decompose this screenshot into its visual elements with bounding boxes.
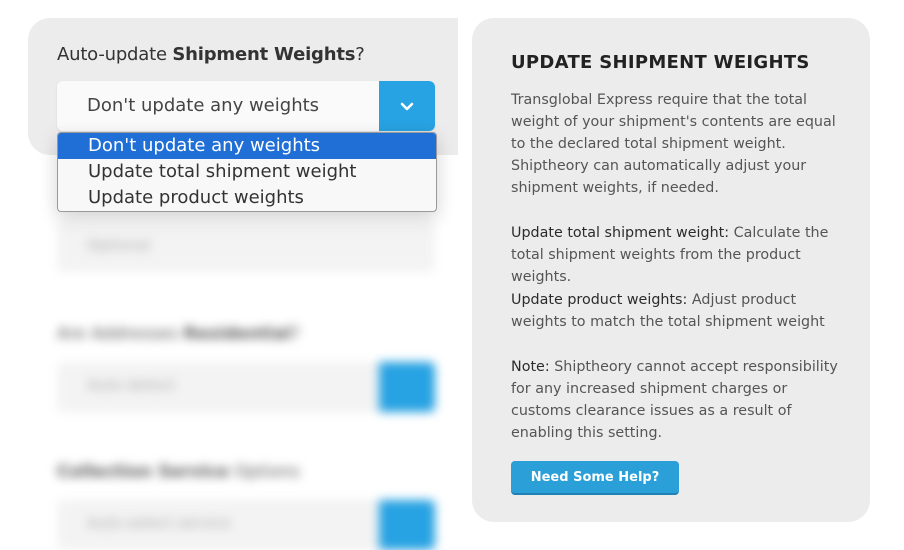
help-title: UPDATE SHIPMENT WEIGHTS <box>511 52 810 73</box>
help-total-weight: Update total shipment weight: Calculate … <box>511 225 829 285</box>
help-product-label: Update product weights: <box>511 292 688 308</box>
blurred-collection-label: Collection Service Options <box>57 462 300 482</box>
select-toggle-button[interactable] <box>379 81 435 131</box>
blurred-residential-select: Auto-detect <box>57 362 435 412</box>
option-dont-update[interactable]: Don't update any weights <box>58 133 436 159</box>
blurred-select-button <box>379 500 435 550</box>
help-note: Note: Shiptheory cannot accept responsib… <box>511 359 838 441</box>
blurred-collection-value: Auto-select service <box>87 514 231 532</box>
help-intro: Transglobal Express require that the tot… <box>511 92 836 196</box>
blurred-residential-label: Are Addresses Residential? <box>57 324 301 344</box>
help-note-label: Note: <box>511 359 550 375</box>
help-product-weight: Update product weights: Adjust product w… <box>511 292 825 330</box>
chevron-down-icon <box>400 97 414 116</box>
select-options-list: Don't update any weights Update total sh… <box>57 132 437 212</box>
blurred-select-button <box>379 362 435 412</box>
help-total-label: Update total shipment weight: <box>511 225 730 241</box>
select-value: Don't update any weights <box>87 95 320 116</box>
blurred-collection-select: Auto-select service <box>57 500 435 550</box>
option-update-product[interactable]: Update product weights <box>58 185 436 211</box>
shipment-weights-select[interactable]: Don't update any weights <box>57 81 435 131</box>
blurred-residential-value: Auto-detect <box>87 376 176 394</box>
field-label: Auto-update Shipment Weights? <box>57 44 365 65</box>
help-panel: UPDATE SHIPMENT WEIGHTS Transglobal Expr… <box>472 18 870 522</box>
need-help-button[interactable]: Need Some Help? <box>511 461 679 495</box>
option-update-total[interactable]: Update total shipment weight <box>58 159 436 185</box>
blurred-input-optional: Optional <box>57 222 435 272</box>
blurred-input-hint: Optional <box>87 236 151 254</box>
